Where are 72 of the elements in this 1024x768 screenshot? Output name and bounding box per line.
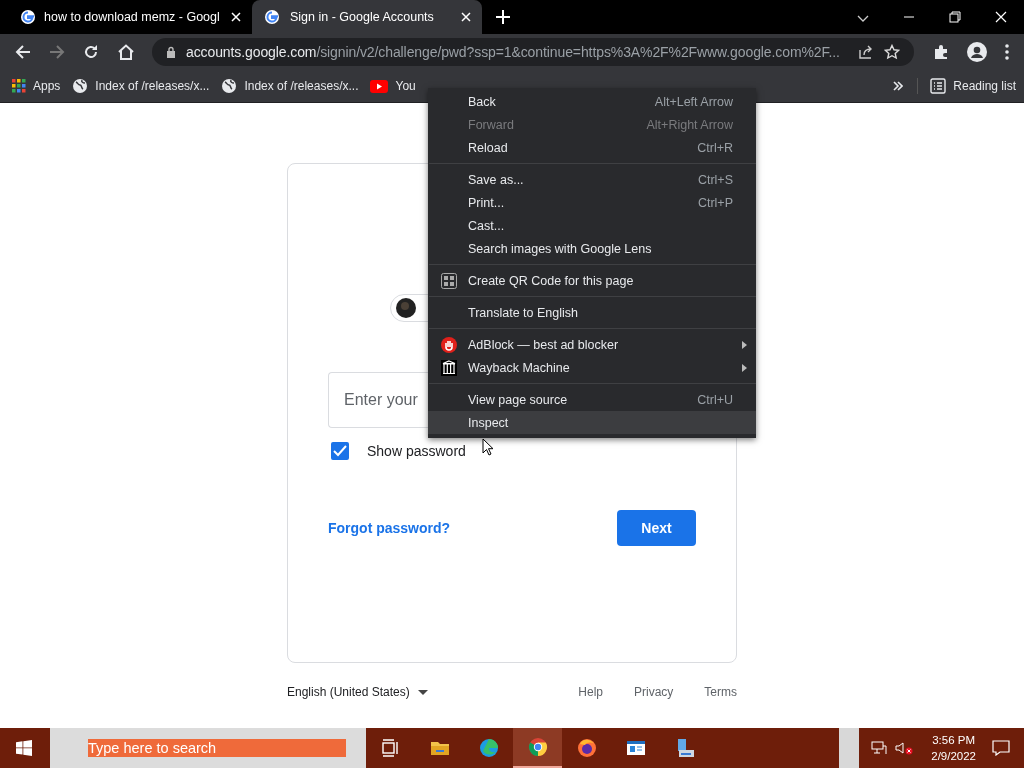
menu-item[interactable]: Reload Ctrl+R <box>428 136 756 159</box>
muted-speaker-icon[interactable] <box>895 741 914 755</box>
list-icon <box>930 78 947 94</box>
footer-link[interactable]: Help <box>578 685 603 699</box>
puzzle-icon[interactable] <box>933 44 949 60</box>
lock-icon <box>166 46 176 58</box>
menu-item[interactable]: Print... Ctrl+P <box>428 191 756 214</box>
globe-icon <box>72 78 89 94</box>
forward-icon[interactable] <box>49 44 65 60</box>
footer-link[interactable]: Privacy <box>634 685 674 699</box>
menu-item[interactable]: Wayback Machine <box>428 356 756 379</box>
qr-code-icon <box>441 272 457 289</box>
reading-list-button[interactable]: Reading list <box>917 78 1016 94</box>
caret-icon <box>417 689 428 695</box>
google-icon <box>264 9 280 25</box>
menu-item[interactable]: Translate to English <box>428 301 756 324</box>
youtube-icon <box>370 79 389 93</box>
bookmark[interactable]: Index of /releases/x... <box>72 78 210 94</box>
browser-tab[interactable]: Sign in - Google Accounts <box>252 0 482 34</box>
globe-icon <box>221 78 238 94</box>
back-icon[interactable] <box>15 44 31 60</box>
share-icon[interactable] <box>858 44 874 60</box>
bookmark[interactable]: You <box>370 79 416 93</box>
address-bar[interactable]: accounts.google.com/signin/v2/challenge/pwd?ssp=1&continue=https%3A%2F%2Fwww.google.com%2F... <box>152 38 914 66</box>
close-icon[interactable] <box>995 11 1007 23</box>
footer-link[interactable]: Terms <box>704 685 737 699</box>
chrome-icon <box>527 737 548 757</box>
show-hidden-area[interactable] <box>839 728 860 768</box>
app-window-icon <box>625 738 646 758</box>
double-chevron-icon[interactable] <box>893 81 904 91</box>
task-view-icon <box>380 738 401 758</box>
chevron-down-icon[interactable] <box>857 15 869 23</box>
menu-item[interactable]: Back Alt+Left Arrow <box>428 90 756 113</box>
menu-item[interactable]: View page source Ctrl+U <box>428 388 756 411</box>
windows-start-icon[interactable] <box>16 740 32 756</box>
menu-item[interactable]: Save as... Ctrl+S <box>428 168 756 191</box>
menu-item[interactable]: Search images with Google Lens <box>428 237 756 260</box>
menu-item[interactable]: Cast... <box>428 214 756 237</box>
more-icon[interactable] <box>1005 44 1009 60</box>
menu-item[interactable]: Inspect <box>428 411 756 434</box>
home-icon[interactable] <box>117 44 135 60</box>
notification-icon[interactable] <box>992 740 1010 756</box>
language-selector[interactable]: English (United States) <box>287 685 428 699</box>
google-icon <box>20 9 36 25</box>
password-field[interactable]: Enter your <box>328 372 428 428</box>
menu-item[interactable]: AdBlock — best ad blocker <box>428 333 756 356</box>
firefox-icon <box>576 738 597 758</box>
apps-grid-icon <box>12 79 26 93</box>
reload-icon[interactable] <box>83 44 99 60</box>
checkbox-label: Show password <box>367 443 466 459</box>
star-icon[interactable] <box>884 44 900 60</box>
close-icon[interactable] <box>460 11 472 23</box>
mouse-cursor-icon <box>482 438 494 456</box>
restore-icon[interactable] <box>949 11 961 23</box>
browser-tab[interactable]: how to download memz - Googl <box>8 0 252 34</box>
bookmark[interactable]: Apps <box>12 79 61 93</box>
close-icon[interactable] <box>230 11 242 23</box>
forgot-password-link[interactable]: Forgot password? <box>328 520 451 536</box>
url-text: accounts.google.com/signin/v2/challenge/pwd?ssp=1&continue=https%3A%2F%2Fwww.google.com%2F... <box>186 44 841 60</box>
network-icon[interactable] <box>871 741 888 755</box>
new-tab-icon[interactable] <box>496 10 510 24</box>
edge-icon <box>478 738 499 758</box>
profile-icon[interactable] <box>967 42 987 62</box>
bookmark[interactable]: Index of /releases/x... <box>221 78 359 94</box>
next-button[interactable]: Next <box>617 510 696 546</box>
columns-building-icon <box>441 359 457 376</box>
taskbar-app[interactable] <box>513 728 562 768</box>
stop-hand-icon <box>441 336 457 353</box>
avatar-icon <box>396 298 416 318</box>
menu-item[interactable]: Create QR Code for this page <box>428 269 756 292</box>
clock[interactable]: 3:56 PM 2/9/2022 <box>931 732 976 764</box>
checkbox[interactable] <box>331 442 349 460</box>
